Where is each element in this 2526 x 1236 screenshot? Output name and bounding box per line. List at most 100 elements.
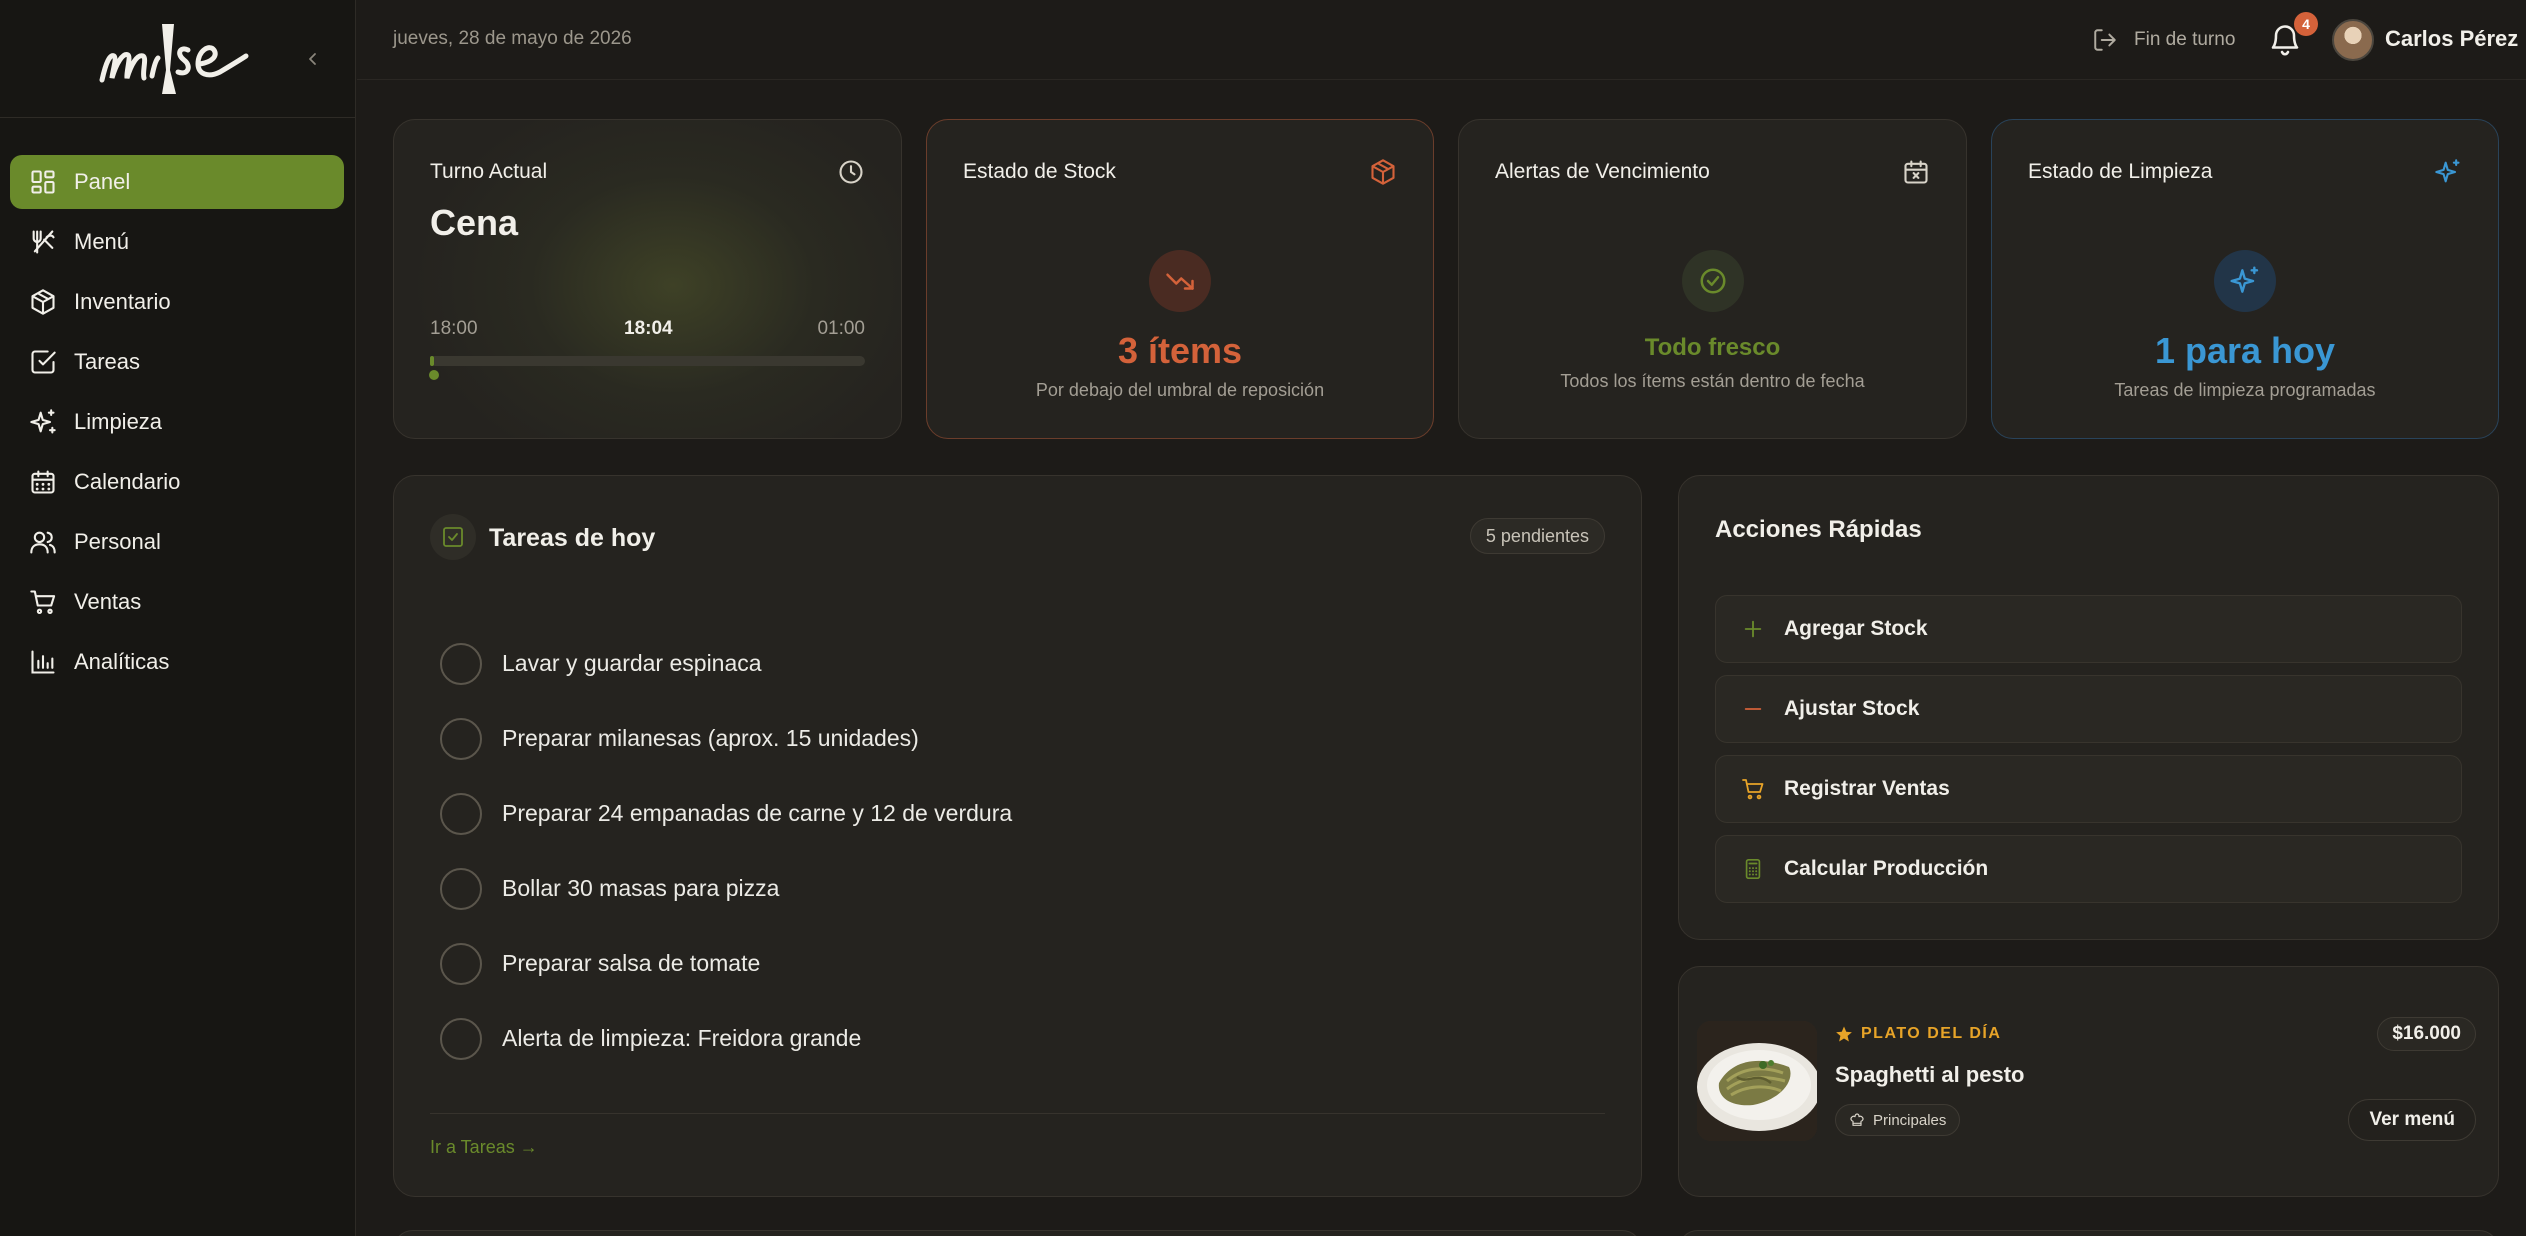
task-checkbox[interactable] — [440, 792, 482, 835]
record-sales-button[interactable]: Registrar Ventas — [1715, 755, 2462, 823]
task-checkbox[interactable] — [440, 717, 482, 760]
dish-of-the-day-tag: PLATO DEL DÍA — [1835, 1025, 2001, 1043]
card-title: Estado de Limpieza — [2028, 160, 2213, 183]
adjust-stock-button[interactable]: Ajustar Stock — [1715, 675, 2462, 743]
task-checkbox[interactable] — [440, 867, 482, 910]
task-label: Preparar milanesas (aprox. 15 unidades) — [502, 725, 919, 751]
sidebar-item-personal[interactable]: Personal — [10, 515, 344, 569]
brand-area — [0, 0, 355, 118]
sparkles-icon — [2435, 159, 2460, 183]
sidebar-item-calendario[interactable]: Calendario — [10, 455, 344, 509]
sidebar-collapse-button[interactable] — [298, 44, 328, 74]
expiry-subtitle: Todos los ítems están dentro de fecha — [1560, 371, 1865, 391]
pending-count-badge: 5 pendientes — [1469, 518, 1605, 554]
sidebar-item-analiticas[interactable]: Analíticas — [10, 635, 344, 689]
current-date: jueves, 28 de mayo de 2026 — [393, 28, 632, 49]
calendar-icon — [28, 467, 58, 497]
tasks-title: Tareas de hoy — [489, 524, 656, 552]
task-checkbox[interactable] — [440, 942, 482, 985]
grid-icon — [28, 167, 58, 197]
dish-category-badge: Principales — [1835, 1104, 1961, 1136]
dish-price: $16.000 — [2377, 1017, 2476, 1051]
todays-tasks-card: Tareas de hoy 5 pendientes Lavar y guard… — [393, 475, 1642, 1197]
sidebar-item-panel[interactable]: Panel — [10, 155, 344, 209]
view-menu-button[interactable]: Ver menú — [2348, 1099, 2476, 1141]
minus-icon — [1740, 696, 1766, 722]
tasks-header-badge — [430, 514, 476, 560]
task-checkbox[interactable] — [440, 642, 482, 685]
task-label: Bollar 30 masas para pizza — [502, 875, 780, 901]
task-label: Preparar salsa de tomate — [502, 950, 761, 976]
go-to-tasks-link[interactable]: Ir a Tareas → — [430, 1137, 538, 1158]
dish-of-the-day-card: PLATO DEL DÍA Spaghetti al pesto Princip… — [1678, 966, 2499, 1197]
dish-name: Spaghetti al pesto — [1835, 1062, 2025, 1087]
check-square-icon — [443, 527, 463, 547]
adjust-stock-label: Ajustar Stock — [1784, 697, 1920, 720]
user-name[interactable]: Carlos Pérez — [2385, 26, 2518, 52]
shift-progress-bar — [430, 356, 865, 366]
sidebar-item-tareas[interactable]: Tareas — [10, 335, 344, 389]
divider — [430, 1113, 1605, 1114]
stock-subtitle: Por debajo del umbral de reposición — [1035, 380, 1325, 400]
shift-end-time: 01:00 — [817, 318, 865, 339]
task-item: Preparar 24 empanadas de carne y 12 de v… — [440, 776, 1640, 851]
top-bar: jueves, 28 de mayo de 2026 Fin de turno … — [357, 0, 2526, 80]
stock-status-card[interactable]: Estado de Stock 3 ítems Por debajo del u… — [926, 119, 1434, 439]
expiry-value: Todo fresco — [1644, 334, 1781, 361]
shift-start-time: 18:00 — [430, 318, 478, 339]
add-stock-label: Agregar Stock — [1784, 617, 1928, 640]
task-label: Lavar y guardar espinaca — [502, 650, 762, 676]
notification-count-badge: 4 — [2294, 12, 2318, 36]
clock-icon — [839, 160, 863, 184]
dish-tag-label: PLATO DEL DÍA — [1861, 1025, 2002, 1042]
package-icon — [28, 287, 58, 317]
sidebar-item-label: Limpieza — [74, 409, 163, 434]
expiry-alerts-card[interactable]: Alertas de Vencimiento Todo fresco Todos… — [1458, 119, 1967, 439]
calculate-production-button[interactable]: Calcular Producción — [1715, 835, 2462, 903]
task-label: Preparar 24 empanadas de carne y 12 de v… — [502, 800, 1013, 826]
task-item: Preparar salsa de tomate — [440, 926, 1640, 1001]
fresh-check-badge — [1681, 250, 1744, 312]
cleaning-status-card[interactable]: Estado de Limpieza 1 para hoy Tareas de … — [1991, 119, 2499, 439]
calculator-icon — [1740, 856, 1766, 882]
dish-category-label: Principales — [1873, 1111, 1947, 1129]
sidebar-item-label: Analíticas — [74, 649, 170, 674]
sidebar-item-inventario[interactable]: Inventario — [10, 275, 344, 329]
sidebar-nav: Panel Menú Inventario Tareas Limpieza Ca… — [10, 155, 344, 695]
users-icon — [28, 527, 58, 557]
bar-chart-icon — [28, 647, 58, 677]
trending-down-icon — [1166, 273, 1194, 290]
next-card-peek — [393, 1230, 1642, 1236]
task-item: Lavar y guardar espinaca — [440, 626, 1640, 701]
cart-icon — [28, 587, 58, 617]
chevron-left-icon — [309, 53, 316, 65]
avatar[interactable] — [2332, 19, 2374, 61]
task-checkbox[interactable] — [440, 1017, 482, 1060]
quick-actions-title: Acciones Rápidas — [1715, 516, 1922, 543]
sparkles-icon — [2230, 266, 2259, 293]
utensils-icon — [28, 227, 58, 257]
dish-photo — [1697, 1021, 1817, 1141]
current-shift-card: Turno Actual Cena 18:00 18:04 01:00 — [393, 119, 902, 439]
task-label: Alerta de limpieza: Freidora grande — [502, 1025, 862, 1051]
sidebar-item-ventas[interactable]: Ventas — [10, 575, 344, 629]
sidebar-item-label: Tareas — [74, 349, 141, 374]
sidebar-item-label: Calendario — [74, 469, 181, 494]
star-icon — [1836, 1026, 1852, 1042]
shift-progress-fill — [430, 356, 435, 366]
package-icon — [1371, 159, 1395, 185]
add-stock-button[interactable]: Agregar Stock — [1715, 595, 2462, 663]
sidebar-item-menu[interactable]: Menú — [10, 215, 344, 269]
sidebar-item-limpieza[interactable]: Limpieza — [10, 395, 344, 449]
cleaning-value: 1 para hoy — [2154, 330, 2336, 371]
cleaning-subtitle: Tareas de limpieza programadas — [2114, 380, 2376, 400]
sidebar-item-label: Menú — [74, 229, 130, 254]
end-shift-button[interactable]: Fin de turno — [2092, 20, 2235, 60]
task-item: Bollar 30 masas para pizza — [440, 851, 1640, 926]
card-title: Turno Actual — [430, 160, 548, 183]
task-item: Alerta de limpieza: Freidora grande — [440, 1001, 1640, 1076]
shift-current-time: 18:04 — [624, 318, 673, 339]
sidebar: Panel Menú Inventario Tareas Limpieza Ca… — [0, 0, 356, 1236]
calendar-x-icon — [1904, 160, 1928, 184]
shift-progress-marker — [427, 368, 442, 382]
